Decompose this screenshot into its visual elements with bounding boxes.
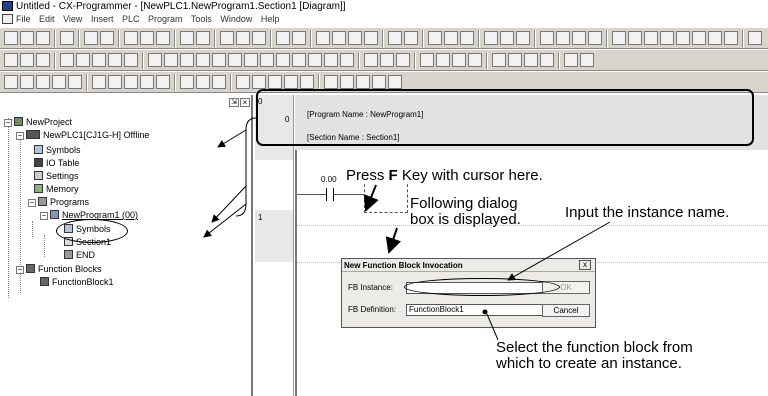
arrow-to-dialog	[385, 227, 402, 254]
arrow-to-plc	[217, 129, 247, 148]
arrow-to-symbols	[211, 185, 247, 223]
leader-dot	[482, 309, 488, 315]
leader-to-definition	[486, 313, 499, 341]
arrow-to-instance	[507, 221, 611, 281]
annotation-arrows	[203, 117, 611, 341]
arrow-to-cursor	[363, 184, 379, 212]
leader-line	[235, 117, 257, 217]
